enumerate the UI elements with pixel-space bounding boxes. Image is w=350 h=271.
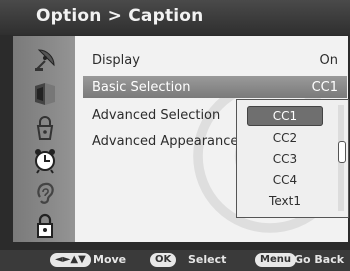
display-panels-icon	[35, 83, 55, 105]
ear-icon	[37, 182, 54, 204]
sidebar-item-timer[interactable]	[30, 145, 60, 175]
row-label: Advanced Selection	[92, 107, 221, 123]
footer-hints: ◄►▲▼ Move OK Select Menu Go Back	[0, 250, 350, 271]
dropdown-option[interactable]: CC4	[237, 170, 333, 190]
row-value: CC1	[311, 79, 338, 95]
go-back-hint: Go Back	[294, 253, 345, 266]
row-value: On	[319, 52, 338, 68]
row-label: Basic Selection	[92, 79, 191, 95]
menu-key: Menu	[255, 253, 296, 267]
ok-key: OK	[150, 253, 177, 267]
dropdown-scroll-thumb[interactable]	[338, 141, 346, 163]
sidebar-item-security[interactable]	[30, 211, 60, 241]
sidebar-item-installation[interactable]	[30, 44, 60, 74]
alarm-clock-icon	[35, 149, 55, 174]
move-hint: Move	[93, 253, 127, 266]
page-title: Option > Caption	[36, 6, 204, 26]
sidebar-item-caption[interactable]	[30, 178, 60, 208]
sidebar-item-channel[interactable]	[30, 79, 60, 109]
row-label: Display	[92, 52, 140, 68]
dropdown-option[interactable]: CC1	[247, 106, 323, 126]
sidebar-item-parental[interactable]	[30, 113, 60, 143]
row-label: Advanced Appearance	[92, 133, 239, 149]
padlock-icon	[37, 213, 53, 238]
select-hint: Select	[188, 253, 227, 266]
dropdown-option[interactable]: CC2	[237, 128, 333, 148]
nav-arrows-key: ◄►▲▼	[50, 253, 91, 267]
satellite-dish-icon	[35, 49, 55, 71]
dropdown-option[interactable]: CC3	[237, 149, 333, 169]
row-display[interactable]: Display On	[83, 49, 347, 71]
row-basic-selection[interactable]: Basic Selection CC1	[83, 76, 347, 98]
dropdown-option[interactable]: Text1	[237, 191, 333, 211]
title-bar: Option > Caption	[0, 0, 350, 35]
screen: Option > Caption Display On Basic Select…	[0, 0, 350, 271]
sidebar	[13, 36, 75, 242]
lock-padlock-icon	[36, 116, 54, 140]
caption-dropdown[interactable]: CC1 CC2 CC3 CC4 Text1	[236, 99, 349, 218]
